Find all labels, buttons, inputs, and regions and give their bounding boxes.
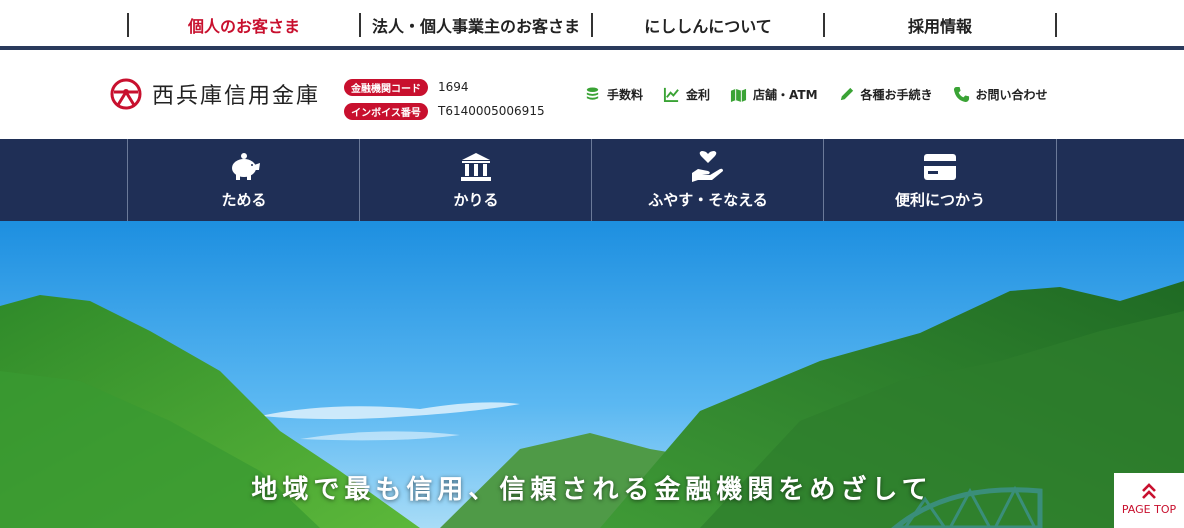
tab-corporate[interactable]: 法人・個人事業主のお客さま (360, 12, 592, 38)
nav-label: ふやす・そなえる (648, 190, 768, 209)
tab-divider (1055, 13, 1057, 37)
hand-heart-icon (692, 150, 723, 182)
credit-card-icon (924, 153, 956, 180)
nav-save[interactable]: ためる (128, 139, 360, 221)
util-label: お問い合わせ (975, 88, 1048, 102)
tab-personal[interactable]: 個人のお客さま (128, 12, 360, 38)
pencil-icon (840, 87, 853, 101)
util-label: 店舗・ATM (753, 88, 818, 102)
line-chart-icon (663, 87, 679, 103)
site-logo[interactable]: 西兵庫信用金庫 (110, 78, 320, 110)
hero-tagline: 地域で最も信用、信頼される金融機関をめざして (251, 475, 933, 505)
bank-code-badge: 金融機関コード (344, 78, 428, 96)
util-link-contact[interactable]: お問い合わせ (953, 86, 1048, 103)
page-top-button[interactable]: PAGE TOP (1114, 473, 1184, 528)
util-label: 金利 (686, 88, 711, 102)
page-top-label: PAGE TOP (1121, 503, 1177, 516)
logo-emblem-icon (110, 78, 142, 110)
phone-icon (953, 86, 969, 103)
nav-invest[interactable]: ふやす・そなえる (592, 139, 824, 221)
coins-icon (586, 87, 599, 100)
util-link-procedures[interactable]: 各種お手続き (838, 86, 933, 103)
map-icon (730, 88, 747, 103)
bank-building-icon (461, 152, 491, 181)
main-navigation: ためる かりる ふやす・そなえる 便利につかう (0, 139, 1184, 221)
util-label: 手数料 (607, 88, 644, 102)
util-link-branches[interactable]: 店舗・ATM (730, 86, 818, 103)
invoice-number-badge: インボイス番号 (344, 102, 428, 120)
logo-text: 西兵庫信用金庫 (152, 84, 321, 109)
nav-label: かりる (453, 190, 499, 209)
nav-label: ためる (221, 190, 267, 209)
nav-convenience[interactable]: 便利につかう (824, 139, 1056, 221)
nav-borrow[interactable]: かりる (360, 139, 592, 221)
utility-links: 手数料 金利 店舗・ATM 各種お手続き お問い合わせ (584, 86, 1048, 103)
invoice-number-row: インボイス番号 T6140005006915 (344, 99, 545, 123)
audience-tabs: 個人のお客さま 法人・個人事業主のお客さま にししんについて 採用情報 (0, 0, 1184, 60)
util-label: 各種お手続き (860, 88, 933, 102)
bank-codes: 金融機関コード 1694 インボイス番号 T6140005006915 (344, 75, 545, 123)
util-link-fees[interactable]: 手数料 (584, 86, 643, 103)
invoice-number-value: T6140005006915 (438, 104, 545, 118)
site-header: 西兵庫信用金庫 金融機関コード 1694 インボイス番号 T6140005006… (0, 50, 1184, 139)
tab-recruit[interactable]: 採用情報 (824, 12, 1056, 38)
util-link-rates[interactable]: 金利 (663, 86, 710, 103)
bank-code-value: 1694 (438, 80, 469, 94)
piggy-bank-icon (232, 152, 260, 180)
hero-banner: 地域で最も信用、信頼される金融機関をめざして (0, 221, 1184, 528)
nav-divider (1056, 139, 1057, 221)
nav-label: 便利につかう (894, 190, 985, 209)
tab-about[interactable]: にししんについて (592, 12, 824, 38)
bank-code-row: 金融機関コード 1694 (344, 75, 545, 99)
double-chevron-up-icon (1142, 483, 1156, 499)
